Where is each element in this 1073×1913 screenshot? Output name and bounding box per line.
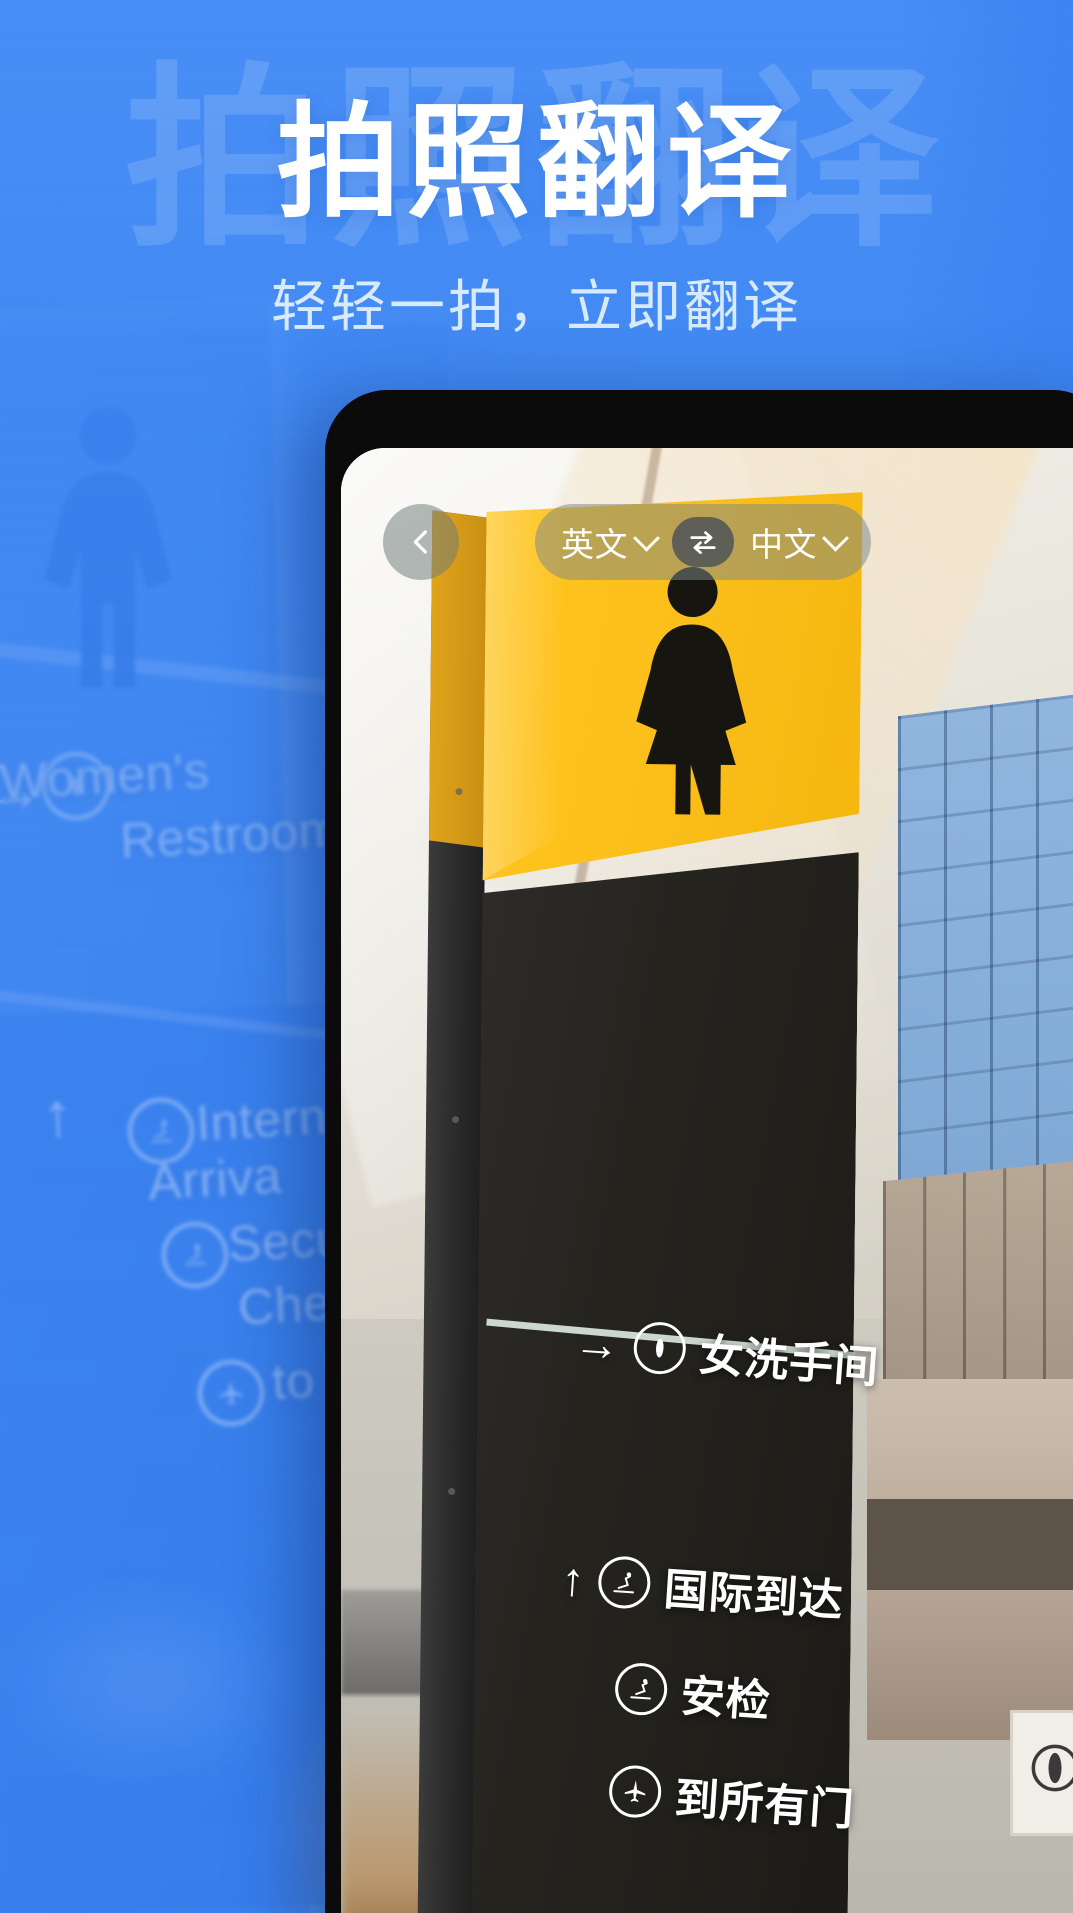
sign-rivet bbox=[448, 1488, 456, 1496]
translated-text-arrivals: 国际到达 bbox=[662, 1565, 846, 1626]
swap-horizontal-icon bbox=[688, 529, 718, 555]
page-title: 拍照翻译 bbox=[276, 94, 797, 232]
back-button[interactable] bbox=[383, 504, 459, 580]
camera-distant-sign bbox=[1009, 1709, 1073, 1836]
camera-wall-shadow bbox=[867, 1499, 1073, 1590]
sign-rivet bbox=[455, 788, 463, 796]
camera-viewfinder[interactable]: → 女洗手间 ↑ 国际到达 安检 到所有门 bbox=[341, 448, 1073, 1913]
translated-text-security: 安检 bbox=[679, 1671, 773, 1727]
promo-subtitle: 轻轻一拍，立即翻译 bbox=[271, 275, 802, 338]
chevron-down-icon bbox=[822, 524, 849, 552]
source-language-label: 英文 bbox=[561, 526, 628, 563]
source-language-button[interactable]: 英文 bbox=[561, 518, 660, 566]
restroom-woman-icon bbox=[631, 1320, 688, 1376]
airport-sign: → 女洗手间 ↑ 国际到达 安检 到所有门 bbox=[417, 488, 881, 1913]
distant-sign-icon bbox=[1029, 1742, 1073, 1794]
phone-mockup: → 女洗手间 ↑ 国际到达 安检 到所有门 英文 中文 bbox=[325, 390, 1073, 1913]
arrow-right-icon: → bbox=[572, 1316, 622, 1372]
chevron-down-icon bbox=[633, 524, 660, 552]
promo-screen: → Women's Restroom ↑ Interna Arriva Secu… bbox=[0, 0, 1073, 1913]
sign-woman-pictogram-icon bbox=[615, 564, 768, 816]
arrow-up-icon: ↑ bbox=[559, 1552, 587, 1606]
language-selector-bar: 英文 中文 bbox=[535, 504, 871, 580]
promo-headline-block: 拍照翻译 拍照翻译 bbox=[0, 62, 1073, 258]
target-language-label: 中文 bbox=[750, 526, 817, 563]
chevron-left-icon bbox=[406, 527, 436, 557]
target-language-button[interactable]: 中文 bbox=[750, 518, 849, 566]
airplane-icon bbox=[607, 1763, 663, 1820]
security-check-icon bbox=[613, 1661, 669, 1717]
arrivals-icon bbox=[596, 1554, 652, 1611]
swap-language-button[interactable] bbox=[672, 517, 734, 567]
translated-row-security: 安检 bbox=[613, 1655, 773, 1729]
phone-screen: → 女洗手间 ↑ 国际到达 安检 到所有门 英文 中文 bbox=[341, 448, 1073, 1913]
translated-text-restroom: 女洗手间 bbox=[697, 1331, 881, 1393]
translated-text-gates: 到所有门 bbox=[673, 1774, 857, 1836]
sign-rivet bbox=[452, 1116, 460, 1124]
